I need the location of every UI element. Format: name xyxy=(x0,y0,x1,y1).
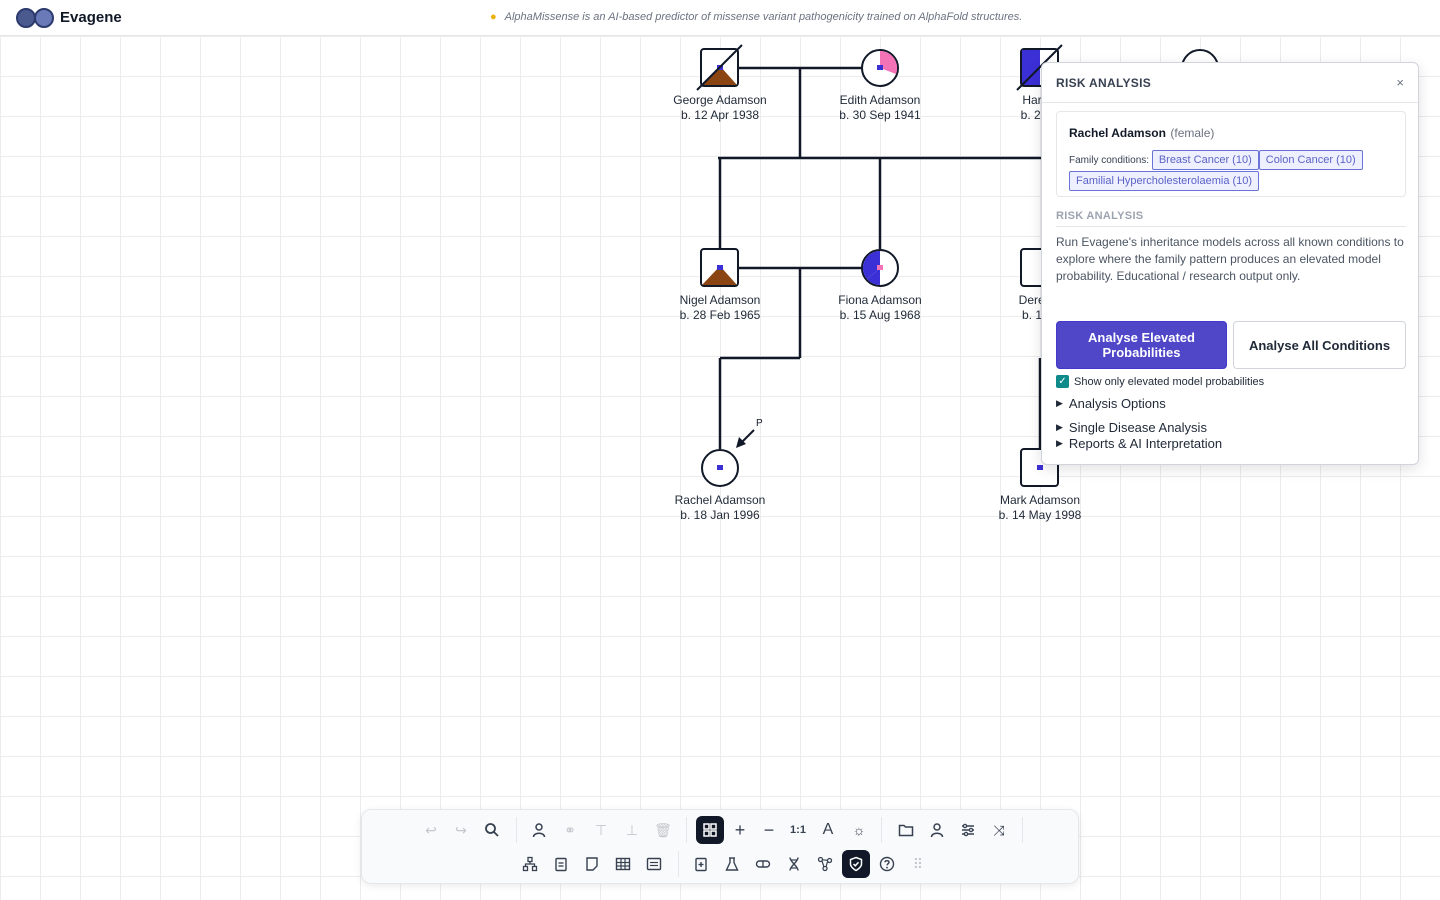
person-birth: b. 30 Sep 1941 xyxy=(839,108,921,122)
folder-icon[interactable] xyxy=(892,816,920,844)
add-sibling-icon[interactable]: ⊥ xyxy=(618,816,646,844)
person-rachel-label[interactable]: Rachel Adamson b. 18 Jan 1996 xyxy=(640,493,800,523)
analysis-options-toggle[interactable]: ▶ Analysis Options xyxy=(1056,396,1166,411)
panel-title: RISK ANALYSIS xyxy=(1056,75,1152,90)
person-birth: b. 14 May 1998 xyxy=(998,508,1082,522)
person-name: Nigel Adamson xyxy=(679,293,761,307)
family-conditions-label: Family conditions: xyxy=(1069,155,1150,166)
tree-layout-icon[interactable] xyxy=(516,850,544,878)
zoom-in-icon[interactable]: + xyxy=(726,816,754,844)
elevated-only-toggle[interactable]: ✓ Show only elevated model probabilities xyxy=(1056,375,1264,388)
fit-view-icon[interactable] xyxy=(696,816,724,844)
analyse-all-button[interactable]: Analyse All Conditions xyxy=(1233,321,1406,369)
search-icon[interactable] xyxy=(478,816,506,844)
add-child-icon[interactable]: ⊤ xyxy=(587,816,615,844)
person-birth: b. 15 Aug 1968 xyxy=(839,308,921,322)
flask-icon[interactable] xyxy=(718,850,746,878)
condition-chip[interactable]: Breast Cancer (10) xyxy=(1151,150,1259,170)
drag-handle-icon[interactable]: ⠿ xyxy=(904,850,932,878)
checkbox-label: Show only elevated model probabilities xyxy=(1074,375,1265,388)
theme-icon[interactable]: ☼ xyxy=(845,816,873,844)
patient-sex: (female) xyxy=(1170,126,1215,140)
section-label: RISK ANALYSIS xyxy=(1056,210,1406,227)
add-partner-icon[interactable]: ⚭ xyxy=(556,816,584,844)
bottom-toolbar: ↩ ↪ ⚭ ⊤ ⊥ 🗑 + − 1:1 A ☼ ⤨ ⠿ xyxy=(361,809,1079,884)
risk-analysis-panel: RISK ANALYSIS × Rachel Adamson (female) … xyxy=(1041,62,1419,465)
checkbox-checked-icon[interactable]: ✓ xyxy=(1056,375,1069,388)
person-fiona-symbol[interactable] xyxy=(861,249,899,287)
condition-chip[interactable]: Colon Cancer (10) xyxy=(1258,150,1363,170)
family-conditions: Family conditions: Breast Cancer (10) Col… xyxy=(1069,150,1393,192)
dna-icon[interactable] xyxy=(780,850,808,878)
person-fiona-label[interactable]: Fiona Adamson b. 15 Aug 1968 xyxy=(800,293,960,323)
person-name: Fiona Adamson xyxy=(838,293,922,307)
help-icon[interactable] xyxy=(873,850,901,878)
clinical-icon[interactable] xyxy=(687,850,715,878)
panel-header: RISK ANALYSIS × xyxy=(1042,63,1418,103)
person-edith-label[interactable]: Edith Adamson b. 30 Sep 1941 xyxy=(800,93,960,123)
person-name: Edith Adamson xyxy=(839,93,921,107)
person-name: Rachel Adamson xyxy=(674,493,766,507)
list-icon[interactable] xyxy=(640,850,668,878)
clipboard-icon[interactable] xyxy=(547,850,575,878)
person-nigel-label[interactable]: Nigel Adamson b. 28 Feb 1965 xyxy=(640,293,800,323)
person-mark-label[interactable]: Mark Adamson b. 14 May 1998 xyxy=(960,493,1120,523)
user-icon[interactable] xyxy=(923,816,951,844)
triangle-right-icon: ▶ xyxy=(1056,422,1063,432)
triangle-right-icon: ▶ xyxy=(1056,438,1063,448)
delete-icon[interactable]: 🗑 xyxy=(649,816,677,844)
shuffle-icon[interactable]: ⤨ xyxy=(985,816,1013,844)
person-nigel-symbol[interactable] xyxy=(700,248,739,287)
text-size-icon[interactable]: A xyxy=(814,816,842,844)
pill-icon[interactable] xyxy=(749,850,777,878)
person-edith-symbol[interactable] xyxy=(861,49,899,87)
risk-description: Run Evagene's inheritance models across … xyxy=(1056,235,1404,283)
proband-arrow-icon: P xyxy=(736,418,763,448)
person-name: George Adamson xyxy=(673,93,767,107)
person-name: Mark Adamson xyxy=(999,493,1081,507)
close-button[interactable]: × xyxy=(1396,75,1404,90)
disclosure-label: Analysis Options xyxy=(1068,396,1166,411)
disclosure-label: Reports & AI Interpretation xyxy=(1068,436,1223,451)
person-birth: b. 12 Apr 1938 xyxy=(680,108,760,122)
person-birth: b. 28 Feb 1965 xyxy=(679,308,761,322)
person-george-label[interactable]: George Adamson b. 12 Apr 1938 xyxy=(640,93,800,123)
reports-toggle[interactable]: ▶ Reports & AI Interpretation xyxy=(1056,436,1222,451)
triangle-right-icon: ▶ xyxy=(1056,398,1063,408)
person-george-symbol[interactable] xyxy=(696,44,743,91)
analyse-elevated-button[interactable]: Analyse Elevated Probabilities xyxy=(1056,321,1227,369)
patient-summary: Rachel Adamson (female) Family condition… xyxy=(1056,111,1406,197)
note-icon[interactable] xyxy=(578,850,606,878)
zoom-out-icon[interactable]: − xyxy=(755,816,783,844)
redo-icon[interactable]: ↪ xyxy=(447,816,475,844)
proband-marker: P xyxy=(756,418,763,429)
settings-sliders-icon[interactable] xyxy=(954,816,982,844)
shield-risk-icon[interactable] xyxy=(842,850,870,878)
actual-size-button[interactable]: 1:1 xyxy=(784,816,812,844)
single-disease-toggle[interactable]: ▶ Single Disease Analysis xyxy=(1056,420,1207,435)
table-icon[interactable] xyxy=(609,850,637,878)
undo-icon[interactable]: ↩ xyxy=(417,816,445,844)
person-rachel-symbol[interactable] xyxy=(701,449,739,487)
disclosure-label: Single Disease Analysis xyxy=(1068,420,1207,435)
patient-name: Rachel Adamson xyxy=(1069,126,1166,140)
person-birth: b. 18 Jan 1996 xyxy=(680,508,760,522)
condition-chip[interactable]: Familial Hypercholesterolaemia (10) xyxy=(1069,171,1260,191)
network-icon[interactable] xyxy=(811,850,839,878)
add-person-icon[interactable] xyxy=(525,816,553,844)
